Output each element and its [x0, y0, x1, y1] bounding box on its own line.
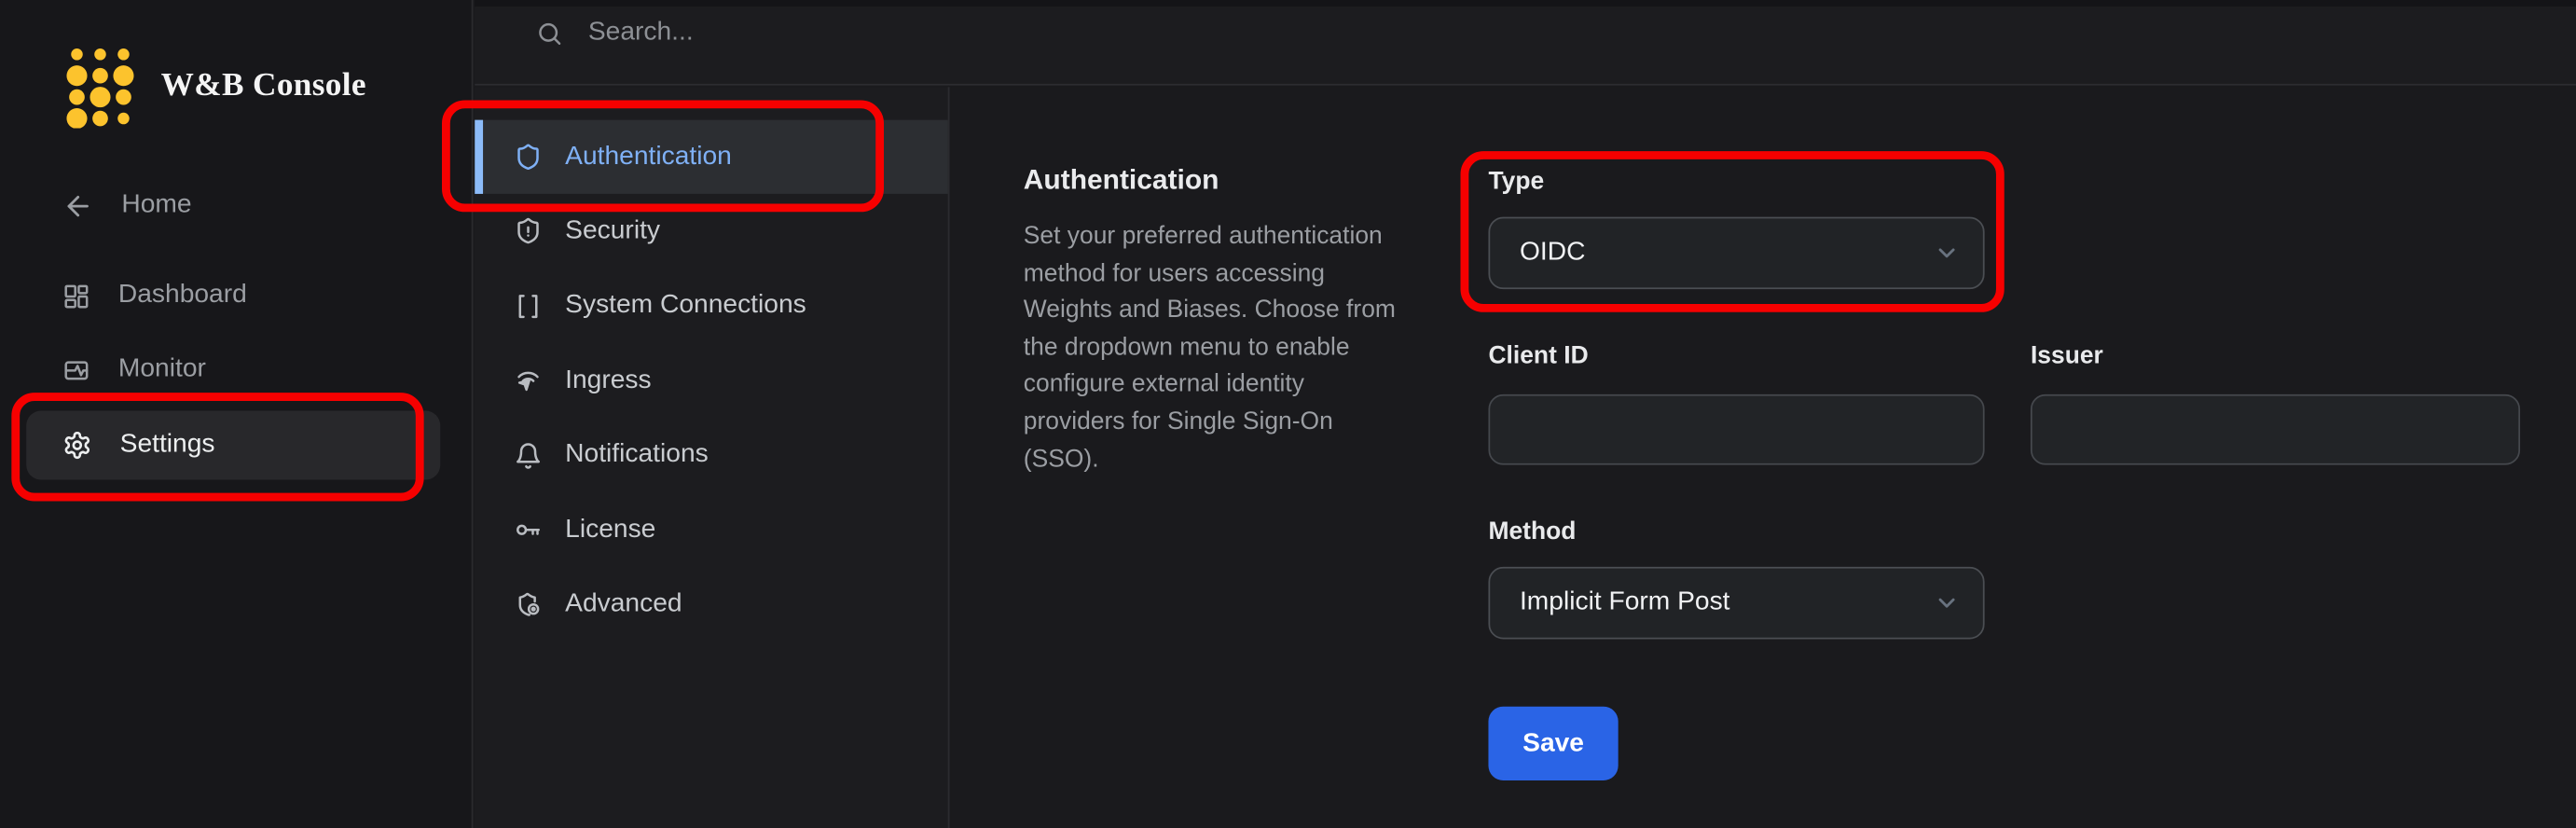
- shield-gear-icon: [518, 593, 540, 617]
- sidebar-item-label: Settings: [119, 430, 215, 459]
- settings-nav-label: System Connections: [565, 291, 806, 320]
- issuer-input[interactable]: [2030, 393, 2521, 465]
- arrow-left-icon: [67, 195, 89, 216]
- client-id-input[interactable]: [1488, 393, 1985, 465]
- settings-nav-label: Ingress: [565, 366, 652, 394]
- shield-icon: [517, 144, 539, 171]
- type-select-value: OIDC: [1519, 238, 1586, 267]
- gear-icon: [64, 431, 90, 460]
- settings-nav-item-system-connections[interactable]: System Connections: [475, 269, 947, 343]
- sidebar-item-monitor[interactable]: Monitor: [62, 342, 206, 398]
- active-accent-bar: [475, 119, 484, 194]
- type-select[interactable]: OIDC: [1488, 216, 1985, 290]
- settings-nav: Authentication Security System Connectio…: [475, 87, 950, 828]
- section-description: Set your preferred authentication method…: [1023, 221, 1396, 473]
- type-label: Type: [1488, 167, 1545, 196]
- brackets-icon: [518, 294, 538, 318]
- chevron-down-icon: [1938, 598, 1955, 608]
- settings-nav-item-authentication[interactable]: Authentication: [475, 119, 948, 194]
- monitor-icon: [64, 360, 89, 380]
- settings-nav-label: Authentication: [565, 142, 732, 171]
- authentication-panel: Authentication Set your preferred authen…: [951, 87, 2576, 828]
- page-title: Authentication: [1023, 164, 1219, 196]
- sidebar-item-settings[interactable]: Settings: [62, 418, 215, 474]
- method-label: Method: [1488, 518, 1577, 546]
- app-title: W&B Console: [160, 66, 366, 104]
- wandb-dots-logo-icon: [66, 48, 134, 129]
- chevron-down-icon: [1938, 248, 1955, 258]
- settings-nav-item-security[interactable]: Security: [475, 195, 947, 269]
- sidebar-item-home[interactable]: Home: [62, 177, 192, 233]
- issuer-label: Issuer: [2030, 341, 2103, 370]
- settings-nav-label: Security: [565, 216, 661, 245]
- key-icon: [517, 524, 540, 535]
- wandb-console-app: W&B Console Home Dashboard Monitor Setti…: [0, 0, 2576, 828]
- search-input[interactable]: [585, 16, 1243, 49]
- settings-nav-label: License: [565, 515, 656, 544]
- shield-alert-icon: [517, 218, 539, 244]
- settings-nav-label: Notifications: [565, 440, 709, 469]
- ingress-icon: [517, 371, 539, 392]
- top-strip: [475, 0, 2576, 7]
- client-id-label: Client ID: [1488, 341, 1589, 370]
- save-button[interactable]: Save: [1488, 706, 1619, 780]
- sidebar-item-label: Monitor: [117, 354, 206, 383]
- settings-nav-item-notifications[interactable]: Notifications: [475, 419, 947, 492]
- settings-nav-item-license[interactable]: License: [475, 493, 947, 567]
- dashboard-icon: [64, 283, 89, 308]
- app-logo: W&B Console: [62, 43, 366, 129]
- settings-nav-item-advanced[interactable]: Advanced: [475, 568, 947, 642]
- bell-icon: [517, 442, 540, 468]
- sidebar-item-label: Dashboard: [117, 281, 247, 310]
- method-select-value: Implicit Form Post: [1519, 587, 1730, 616]
- sidebar-item-label: Home: [121, 190, 192, 219]
- sidebar-item-dashboard[interactable]: Dashboard: [62, 268, 247, 324]
- search-icon: [539, 22, 561, 45]
- settings-nav-label: Advanced: [565, 589, 682, 618]
- search-bar[interactable]: [535, 16, 1243, 49]
- settings-nav-item-ingress[interactable]: Ingress: [475, 344, 947, 418]
- method-select[interactable]: Implicit Form Post: [1488, 566, 1985, 640]
- topbar: [475, 0, 2576, 86]
- left-sidebar: W&B Console Home Dashboard Monitor Setti…: [0, 0, 474, 828]
